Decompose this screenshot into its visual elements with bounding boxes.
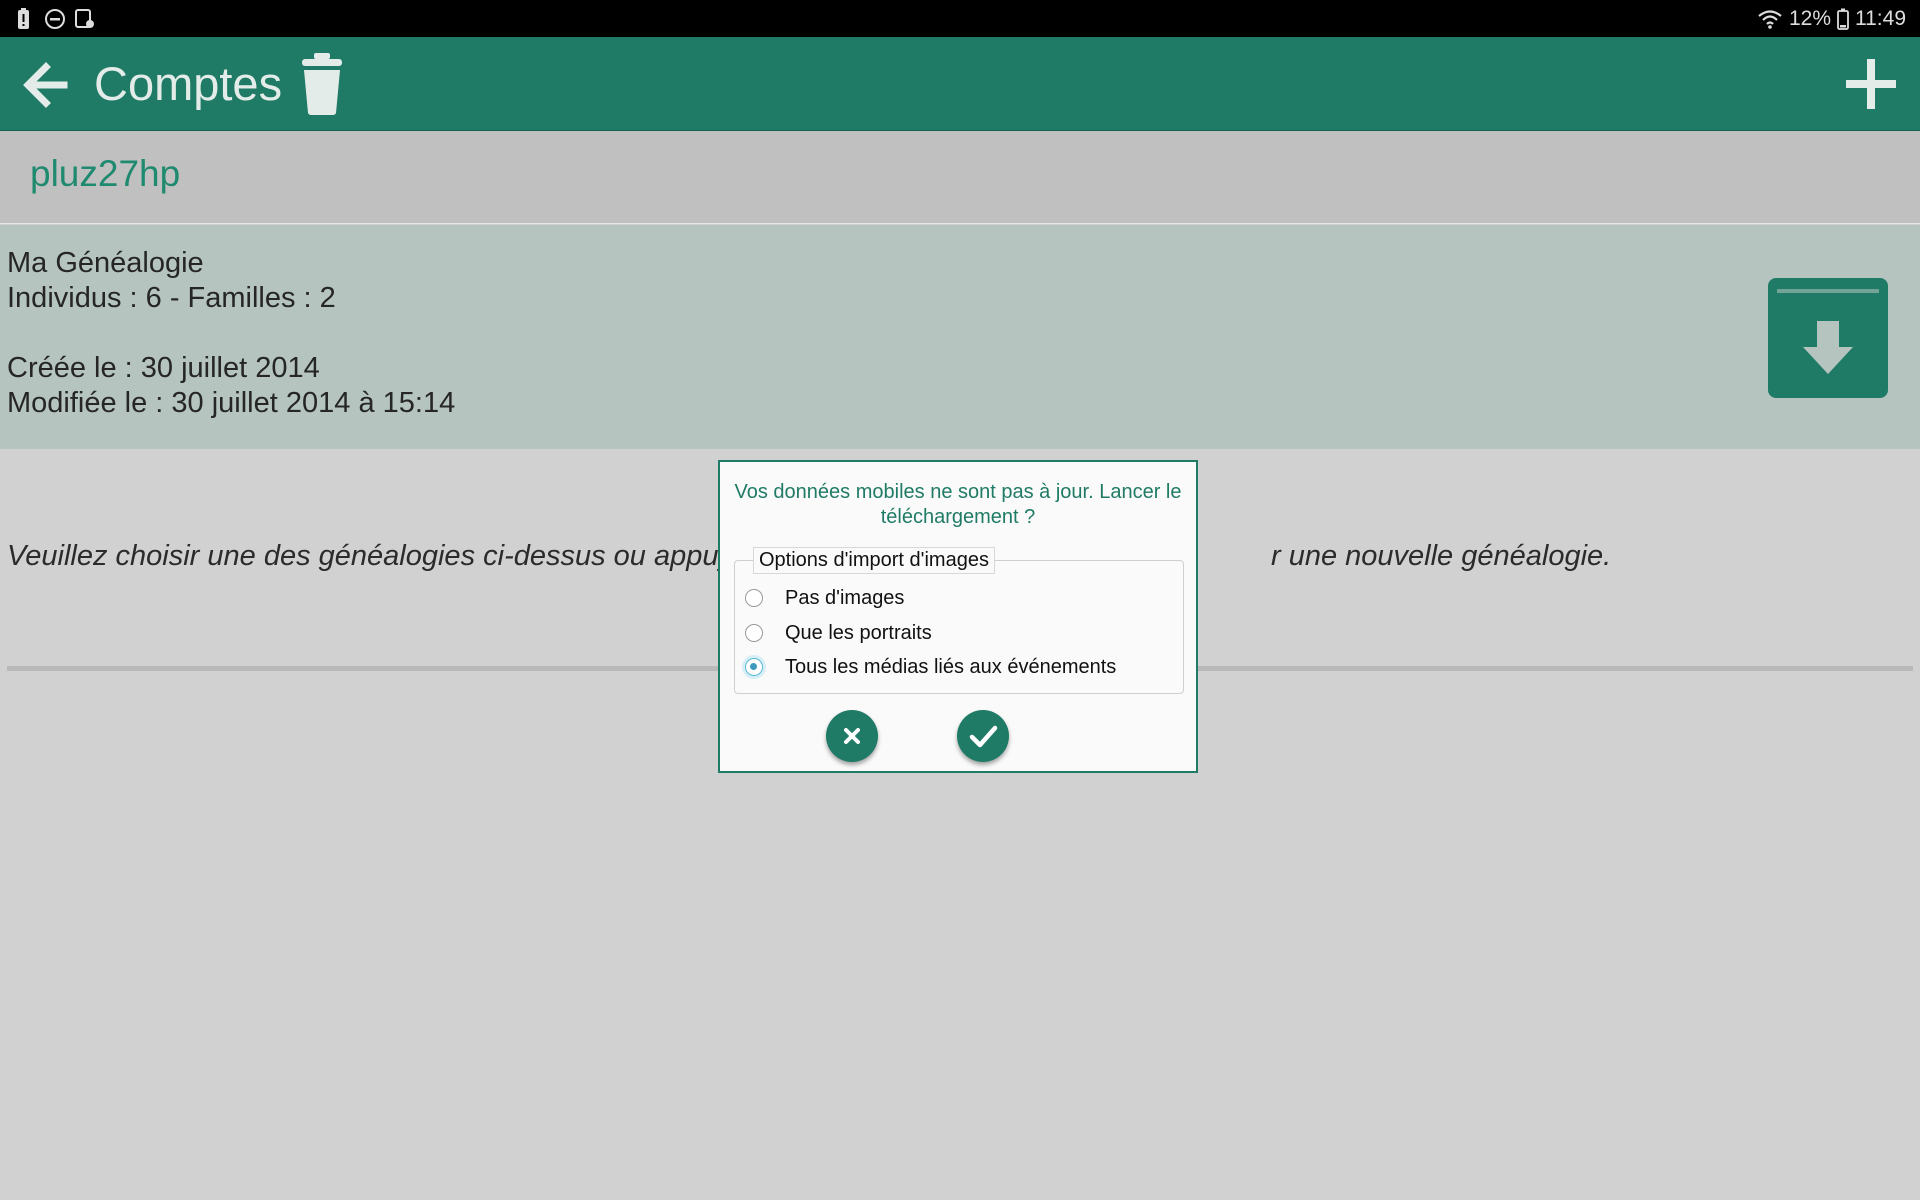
plus-icon — [1846, 59, 1896, 109]
status-left-icons — [14, 7, 94, 30]
action-bar: Comptes — [0, 37, 1920, 131]
account-name: pluz27hp — [30, 153, 181, 194]
genealogy-counts: Individus : 6 - Familles : 2 — [7, 282, 336, 314]
account-header[interactable]: pluz27hp — [0, 131, 1920, 224]
instruction-text-end: r une nouvelle généalogie. — [1271, 540, 1612, 572]
screen: 12% 11:49 Comptes pluz27hp Ma Généalogie… — [0, 0, 1920, 1200]
page-title: Comptes — [94, 57, 283, 110]
radio-button-selected[interactable] — [745, 658, 763, 676]
download-button[interactable] — [1767, 277, 1889, 399]
radio-button[interactable] — [745, 589, 763, 607]
radio-label: Que les portraits — [785, 621, 932, 644]
genealogy-created-date: Créée le : 30 juillet 2014 — [7, 352, 320, 384]
radio-option-all-event-media[interactable]: Tous les médias liés aux événements — [745, 652, 1116, 682]
battery-alert-icon — [14, 7, 34, 30]
back-button[interactable] — [18, 57, 74, 113]
radio-label: Tous les médias liés aux événements — [785, 655, 1117, 678]
back-arrow-icon — [23, 62, 68, 108]
image-import-options-group: Options d'import d'images Pas d'images Q… — [734, 547, 1184, 694]
screenshot-icon — [74, 8, 94, 30]
wifi-icon — [1757, 8, 1783, 30]
delete-button[interactable] — [298, 51, 346, 117]
status-bar: 12% 11:49 — [0, 0, 1920, 37]
instruction-text-start: Veuillez choisir une des généalogies ci-… — [7, 540, 733, 572]
confirm-button[interactable] — [957, 710, 1009, 762]
do-not-disturb-icon — [44, 8, 65, 30]
add-button[interactable] — [1842, 55, 1900, 113]
dialog-message: Vos données mobiles ne sont pas à jour. … — [734, 481, 1182, 528]
radio-option-portraits-only[interactable]: Que les portraits — [745, 618, 932, 648]
genealogy-list-item[interactable]: Ma Généalogie Individus : 6 - Familles :… — [0, 225, 1920, 449]
close-icon — [844, 728, 860, 744]
genealogy-name: Ma Généalogie — [7, 247, 204, 279]
radio-option-no-images[interactable]: Pas d'images — [745, 583, 904, 613]
trash-icon — [302, 53, 342, 115]
radio-label: Pas d'images — [785, 586, 905, 609]
check-icon — [969, 725, 998, 748]
status-right: 12% 11:49 — [1757, 6, 1906, 31]
radio-button[interactable] — [745, 624, 763, 642]
genealogy-modified-date: Modifiée le : 30 juillet 2014 à 15:14 — [7, 387, 456, 419]
clock: 11:49 — [1855, 6, 1906, 30]
battery-icon — [1837, 8, 1849, 30]
cancel-button[interactable] — [826, 710, 878, 762]
battery-percent: 12% — [1788, 6, 1831, 30]
update-dialog: Vos données mobiles ne sont pas à jour. … — [718, 460, 1198, 773]
download-archive-icon — [1768, 278, 1888, 398]
options-group-label: Options d'import d'images — [753, 547, 995, 574]
